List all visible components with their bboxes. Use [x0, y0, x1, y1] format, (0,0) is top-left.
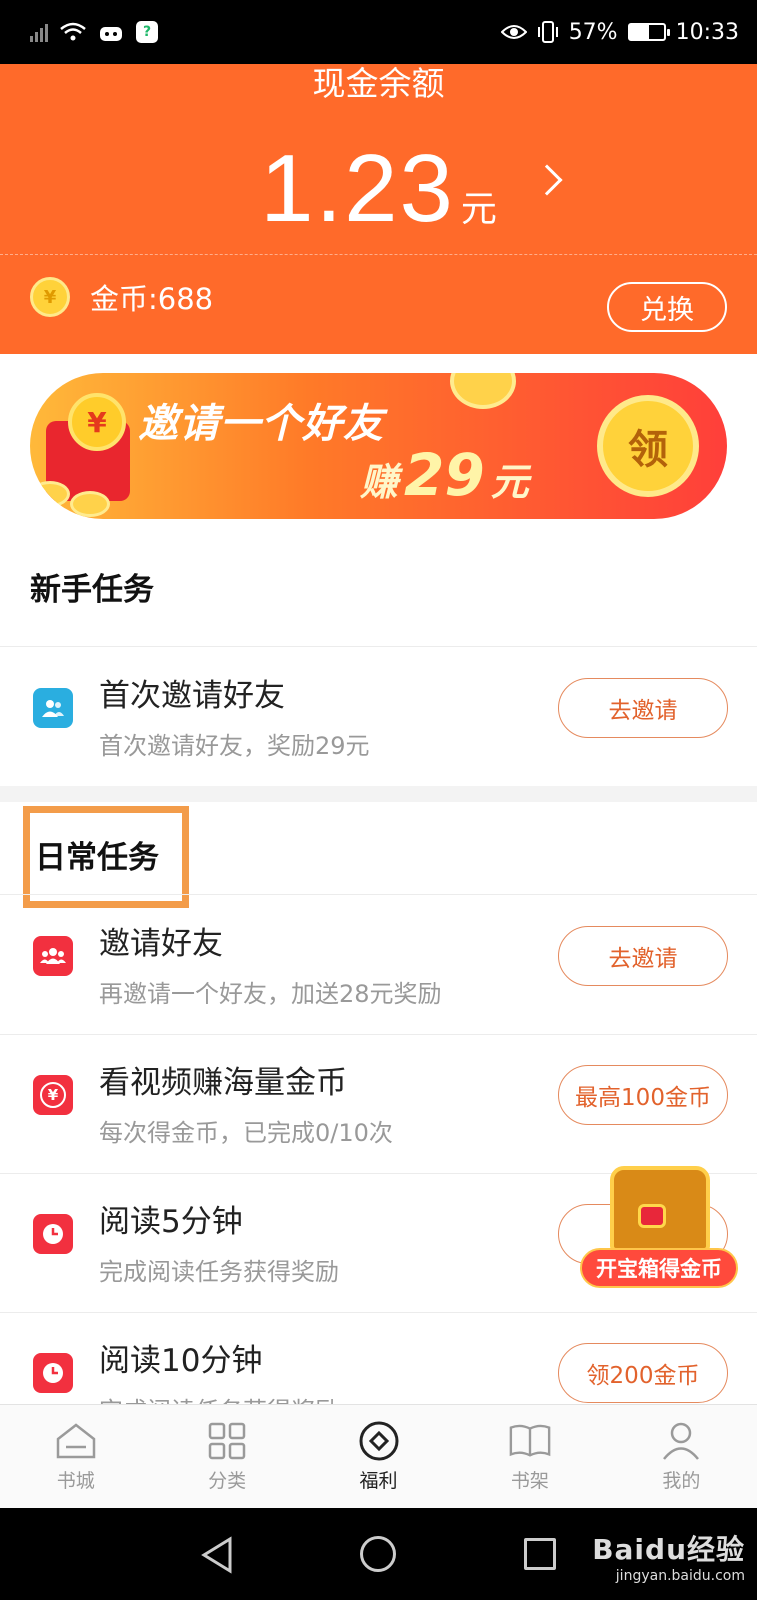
- coin-icon: ¥: [30, 277, 70, 317]
- divider: [0, 646, 757, 647]
- nav-label: 福利: [359, 1470, 398, 1492]
- clock-icon: [33, 1214, 73, 1254]
- clock-icon: [33, 1353, 73, 1393]
- back-icon[interactable]: [200, 1536, 234, 1574]
- balance-label: 现金余额: [312, 64, 445, 103]
- divider: [0, 894, 757, 895]
- grid-icon: [205, 1419, 249, 1463]
- app-notification-icon: ?: [136, 21, 158, 43]
- status-bar: ? 57% 10:33: [0, 0, 757, 64]
- banner-earn-prefix: 赚: [360, 460, 399, 504]
- yuan-icon: ¥: [33, 1075, 73, 1115]
- banner-title: 邀请一个好友: [138, 401, 384, 447]
- heart-lock-icon: [638, 1204, 666, 1228]
- clock-time: 10:33: [675, 19, 739, 45]
- recent-apps-icon[interactable]: [524, 1538, 556, 1570]
- nav-label: 书城: [56, 1470, 95, 1492]
- friends-icon: [33, 688, 73, 728]
- wifi-icon: [60, 22, 86, 41]
- coin-balance: ¥ 金币:688: [30, 276, 213, 318]
- nav-item-profile[interactable]: 我的: [606, 1405, 757, 1508]
- highlight-annotation: [23, 806, 189, 908]
- invite-button[interactable]: 去邀请: [558, 926, 728, 986]
- banner-earn-amount: 29: [404, 441, 485, 509]
- balance-unit: 元: [460, 189, 497, 230]
- vibrate-icon: [537, 21, 558, 43]
- game-icon: [100, 27, 122, 41]
- nav-item-bookstore[interactable]: 书城: [0, 1405, 151, 1508]
- task-desc: 完成阅读任务获得奖励: [99, 1258, 339, 1286]
- claim-button[interactable]: 领: [597, 395, 699, 497]
- coin-count: 金币:688: [90, 282, 214, 316]
- balance-card[interactable]: 现金余额 1.23 元 ¥ 金币:688 兑换: [0, 64, 757, 354]
- task-desc: 再邀请一个好友，加送28元奖励: [99, 980, 442, 1008]
- exchange-button[interactable]: 兑换: [607, 282, 727, 332]
- invite-banner[interactable]: ¥ 邀请一个好友 赚 29 元 领: [30, 373, 727, 519]
- balance-amount: 1.23 元: [0, 134, 757, 244]
- bottom-nav: 书城 分类 福利 书架 我的: [0, 1404, 757, 1508]
- coin-decoration-icon: [450, 373, 516, 409]
- nav-item-category[interactable]: 分类: [151, 1405, 302, 1508]
- watch-video-button[interactable]: 最高100金币: [558, 1065, 728, 1125]
- task-row: 首次邀请好友 首次邀请好友，奖励29元 去邀请: [0, 648, 757, 786]
- claim-200-coins-button[interactable]: 领200金币: [558, 1343, 728, 1403]
- nav-label: 我的: [662, 1470, 701, 1492]
- group-icon: [33, 936, 73, 976]
- yuan-glyph: ¥: [40, 1082, 66, 1108]
- task-desc: 每次得金币，已完成0/10次: [99, 1119, 393, 1147]
- section-gap: [0, 786, 757, 802]
- book-icon: [508, 1419, 552, 1463]
- task-desc: 首次邀请好友，奖励29元: [99, 732, 370, 760]
- welfare-icon: [357, 1419, 401, 1463]
- battery-percent: 57%: [568, 19, 618, 45]
- task-title: 阅读5分钟: [99, 1204, 243, 1240]
- watermark: Baidu经验 jingyan.baidu.com: [592, 1528, 745, 1584]
- task-title: 阅读10分钟: [99, 1343, 263, 1379]
- eye-comfort-icon: [500, 25, 527, 39]
- nav-item-bookshelf[interactable]: 书架: [454, 1405, 605, 1508]
- signal-icon: [30, 22, 48, 42]
- banner-reward: 赚 29 元: [360, 441, 529, 509]
- nav-label: 分类: [208, 1470, 247, 1492]
- watermark-url: jingyan.baidu.com: [615, 1568, 745, 1584]
- yuan-coin-icon: ¥: [68, 393, 126, 451]
- newbie-section-title: 新手任务: [30, 572, 154, 608]
- nav-item-welfare[interactable]: 福利: [303, 1405, 454, 1508]
- task-row: 邀请好友 再邀请一个好友，加送28元奖励 去邀请: [0, 896, 757, 1034]
- task-title: 邀请好友: [99, 926, 223, 962]
- coin-decoration-icon: [30, 481, 70, 507]
- system-nav-bar: Baidu经验 jingyan.baidu.com: [0, 1508, 757, 1600]
- task-title: 首次邀请好友: [99, 678, 285, 714]
- treasure-chest-button[interactable]: 开宝箱得金币: [580, 1156, 738, 1291]
- task-title: 看视频赚海量金币: [99, 1065, 347, 1101]
- task-row: ¥ 看视频赚海量金币 每次得金币，已完成0/10次 最高100金币: [0, 1035, 757, 1173]
- treasure-chest-label: 开宝箱得金币: [580, 1248, 738, 1288]
- nav-label: 书架: [510, 1470, 549, 1492]
- invite-button[interactable]: 去邀请: [558, 678, 728, 738]
- watermark-brand: Baidu经验: [592, 1533, 745, 1566]
- profile-icon: [659, 1419, 703, 1463]
- balance-number: 1.23: [260, 135, 455, 242]
- coin-decoration-icon: [70, 491, 110, 517]
- banner-earn-unit: 元: [490, 460, 529, 504]
- dashed-divider: [0, 254, 757, 255]
- battery-icon: [627, 23, 670, 41]
- home-icon: [54, 1419, 98, 1463]
- home-button-icon[interactable]: [360, 1536, 396, 1572]
